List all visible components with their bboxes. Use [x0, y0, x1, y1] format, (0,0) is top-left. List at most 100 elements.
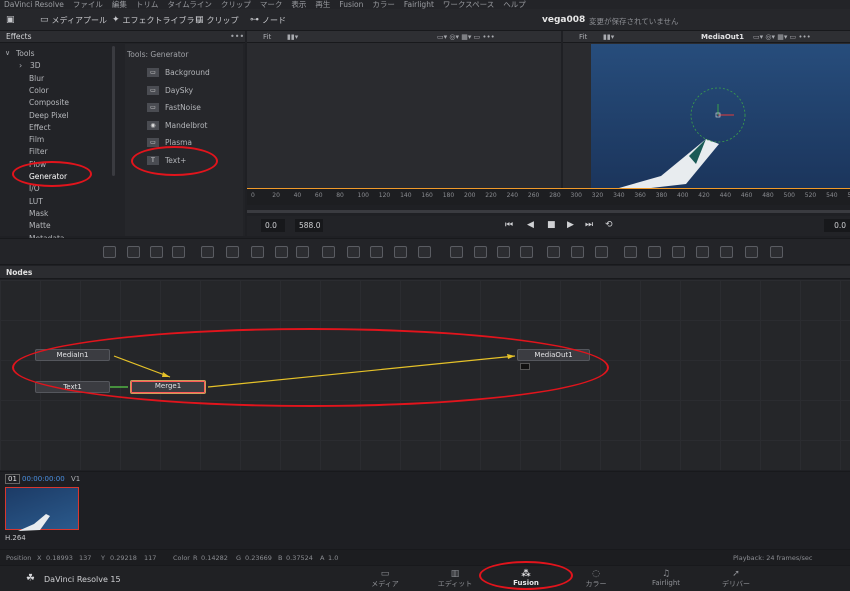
- node-editor[interactable]: MediaIn1 Text1 Merge1 MediaOut1: [0, 280, 850, 470]
- clip-codec: H.264: [5, 534, 26, 542]
- menu-item[interactable]: 編集: [112, 0, 127, 9]
- effects-tree-scrollbar[interactable]: [112, 46, 115, 176]
- menu-item[interactable]: ヘルプ: [503, 0, 526, 9]
- effects-tree-item[interactable]: Color: [29, 86, 49, 95]
- tool-icon[interactable]: [394, 246, 407, 258]
- tool-icon[interactable]: [226, 246, 239, 258]
- tool-icon[interactable]: [696, 246, 709, 258]
- viewer-option-icon[interactable]: ▮▮▾: [287, 33, 298, 41]
- menu-item[interactable]: ファイル: [73, 0, 103, 9]
- menu-item[interactable]: DaVinci Resolve: [4, 0, 64, 9]
- page-fairlight-button[interactable]: ♫ Fairlight: [641, 569, 691, 587]
- nodes-button[interactable]: ⊶ ノード: [250, 13, 286, 27]
- effects-tree-item[interactable]: LUT: [29, 197, 43, 206]
- menu-item[interactable]: タイムライン: [167, 0, 211, 9]
- timeline-tick-label: 40: [293, 192, 302, 199]
- panel-toggle-button[interactable]: ▣: [6, 13, 15, 27]
- media-pool-button[interactable]: ▭ メディアプール: [40, 13, 107, 27]
- viewer-option-icon[interactable]: ▭▾ ◎▾ ▦▾ ▭ •••: [437, 33, 495, 41]
- menu-item[interactable]: Fairlight: [404, 0, 434, 9]
- menu-item[interactable]: マーク: [260, 0, 283, 9]
- timeline-tick-label: 260: [527, 192, 540, 199]
- effects-tree-item[interactable]: Filter: [29, 147, 48, 156]
- effects-tree-item[interactable]: Deep Pixel: [29, 111, 69, 120]
- page-media-button[interactable]: ▭ メディア: [360, 569, 410, 589]
- page-edit-button[interactable]: ▥ エディット: [430, 569, 480, 589]
- tool-icon[interactable]: [672, 246, 685, 258]
- tool-icon[interactable]: [720, 246, 733, 258]
- viewer-option-icon[interactable]: ▮▮▾: [603, 33, 614, 41]
- tool-icon[interactable]: [770, 246, 783, 258]
- tool-icon[interactable]: [474, 246, 487, 258]
- timeline-ruler[interactable]: 0 20 40 60 80 100 120 140 160 180 200 220 240 260 280 3…: [247, 188, 850, 205]
- tool-icon[interactable]: [450, 246, 463, 258]
- tool-icon[interactable]: [418, 246, 431, 258]
- clip-thumbnail[interactable]: [5, 487, 79, 531]
- timeline-tick-label: 200: [464, 192, 476, 199]
- timeline-tick-label: 240: [506, 192, 519, 199]
- timeline-scrubber[interactable]: [247, 210, 850, 213]
- tool-icon[interactable]: [275, 246, 288, 258]
- page-color-button[interactable]: ◌ カラー: [571, 569, 621, 589]
- tool-icon[interactable]: [595, 246, 608, 258]
- tool-icon[interactable]: [648, 246, 661, 258]
- tool-icon[interactable]: [347, 246, 360, 258]
- viewer-right[interactable]: Fit ▮▮▾ MediaOut1 ▭▾ ◎▾ ▦▾ ▭ •••: [563, 31, 850, 188]
- tool-icon[interactable]: [547, 246, 560, 258]
- page-deliver-button[interactable]: ➚ デリバー: [711, 569, 761, 589]
- tool-icon[interactable]: [150, 246, 163, 258]
- clip-thumbnail-image: [18, 514, 50, 531]
- tool-icon[interactable]: [296, 246, 309, 258]
- tool-icon[interactable]: [497, 246, 510, 258]
- loop-icon[interactable]: ⟲: [605, 220, 613, 230]
- stop-icon[interactable]: ■: [547, 220, 556, 230]
- menu-item[interactable]: ワークスペース: [443, 0, 494, 9]
- menu-item[interactable]: Fusion: [339, 0, 363, 9]
- effects-tree-item[interactable]: Blur: [29, 74, 44, 83]
- effects-tree-item[interactable]: Matte: [29, 221, 51, 230]
- more-options-icon[interactable]: •••: [230, 32, 244, 41]
- play-icon[interactable]: ▶: [567, 220, 574, 230]
- tool-icon[interactable]: [251, 246, 264, 258]
- menu-item[interactable]: 再生: [315, 0, 330, 9]
- go-to-start-icon[interactable]: ⏮: [505, 220, 513, 230]
- tool-icon[interactable]: [103, 246, 116, 258]
- viewer-left[interactable]: Fit ▮▮▾ ▭▾ ◎▾ ▦▾ ▭ •••: [247, 31, 561, 188]
- effects-tree-item[interactable]: Mask: [29, 209, 48, 218]
- tool-icon[interactable]: [571, 246, 584, 258]
- generator-item-label: DaySky: [165, 85, 194, 95]
- start-time-field[interactable]: 0.0: [261, 219, 285, 232]
- tool-icon[interactable]: [370, 246, 383, 258]
- effects-tree-item[interactable]: Composite: [29, 98, 69, 107]
- tool-icon[interactable]: [127, 246, 140, 258]
- current-time-field[interactable]: 0.0: [824, 219, 850, 232]
- clips-button[interactable]: ▤ クリップ: [195, 13, 239, 27]
- fit-dropdown-left[interactable]: Fit: [263, 33, 271, 41]
- menu-item[interactable]: カラー: [372, 0, 395, 9]
- tool-icon[interactable]: [201, 246, 214, 258]
- menu-item[interactable]: クリップ: [221, 0, 251, 9]
- tool-icon[interactable]: [745, 246, 758, 258]
- menu-item[interactable]: 表示: [291, 0, 306, 9]
- effects-tree-item[interactable]: Tools: [16, 49, 34, 58]
- go-to-end-icon[interactable]: ⏭: [585, 220, 593, 230]
- tool-icon[interactable]: [172, 246, 185, 258]
- tool-icon[interactable]: [322, 246, 335, 258]
- timeline-tick-label: 500: [783, 192, 795, 199]
- viewer-option-icon[interactable]: ▭▾ ◎▾ ▦▾ ▭ •••: [753, 33, 811, 41]
- generator-item[interactable]: ▭ DaySky: [147, 85, 194, 95]
- play-reverse-icon[interactable]: ◀: [527, 220, 534, 230]
- tool-icon[interactable]: [520, 246, 533, 258]
- generator-item[interactable]: ▭ FastNoise: [147, 103, 201, 112]
- tool-icon[interactable]: [624, 246, 637, 258]
- menu-item[interactable]: トリム: [136, 0, 159, 9]
- effects-tree-item[interactable]: Effect: [29, 123, 51, 132]
- effects-tree-item[interactable]: 3D: [30, 61, 41, 70]
- fit-dropdown-right[interactable]: Fit: [579, 33, 587, 41]
- generator-item[interactable]: ▭ Background: [147, 68, 210, 77]
- effects-library-button[interactable]: ✦ エフェクトライブラリ: [112, 13, 203, 27]
- generator-item[interactable]: ◉ Mandelbrot: [147, 120, 208, 130]
- effects-tree-item[interactable]: Film: [29, 135, 44, 144]
- end-time-field[interactable]: 588.0: [295, 219, 323, 232]
- deliver-page-icon: ➚: [732, 569, 740, 579]
